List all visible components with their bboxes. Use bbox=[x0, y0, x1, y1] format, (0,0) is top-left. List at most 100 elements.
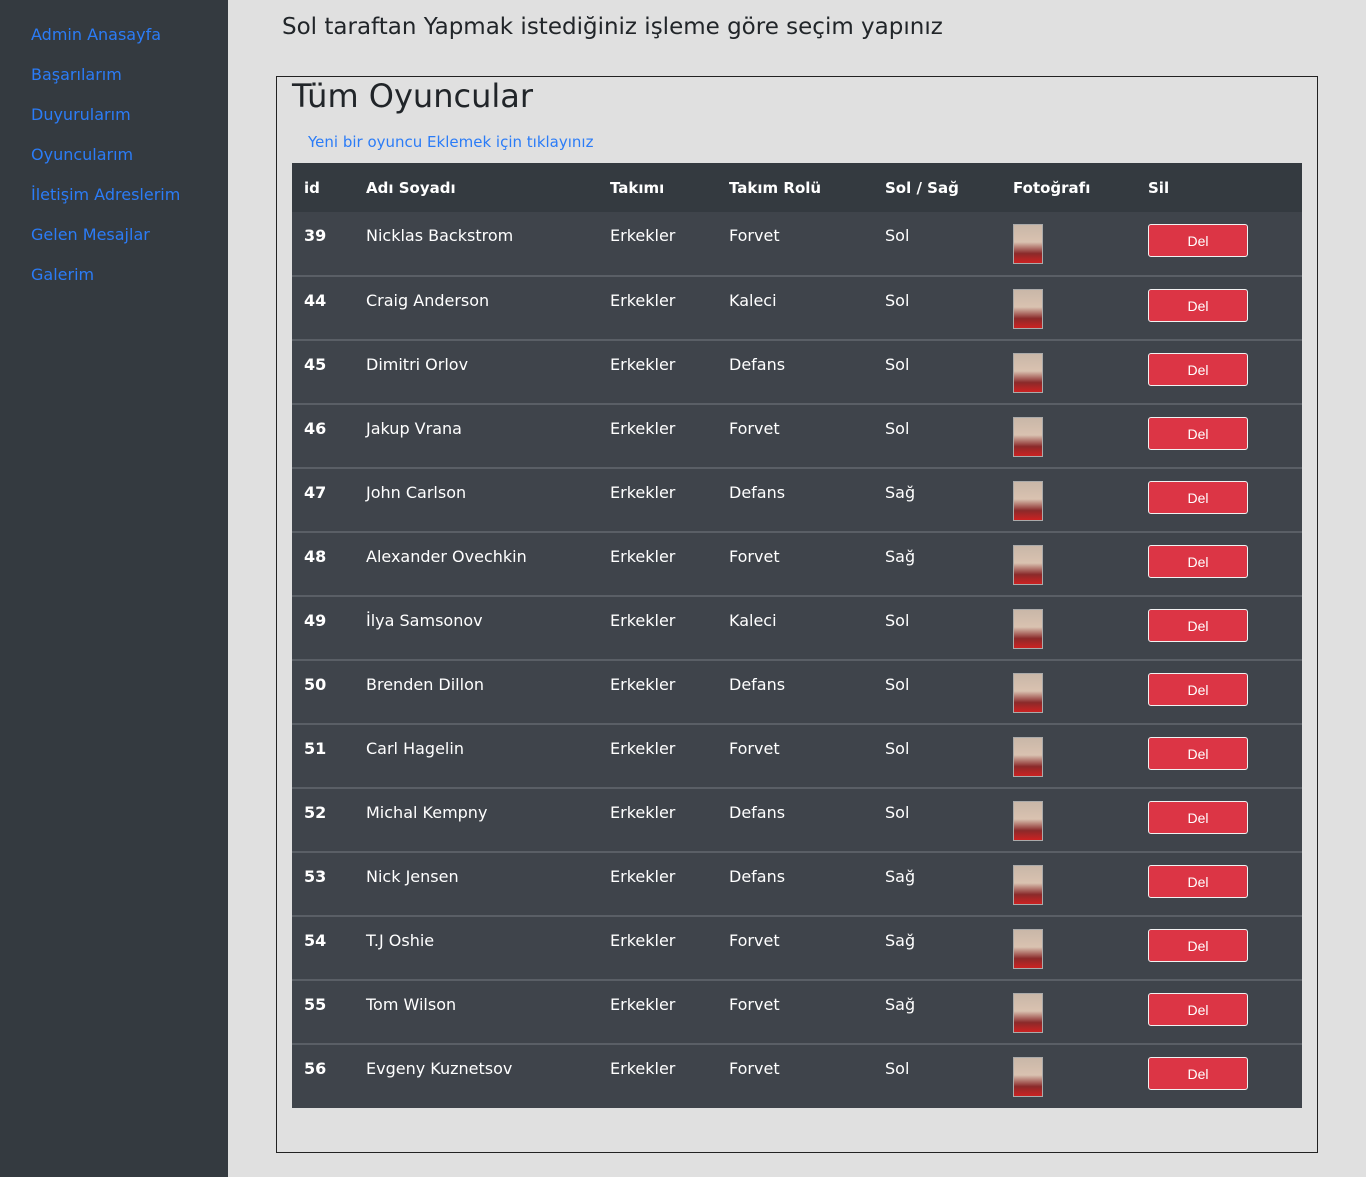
delete-button[interactable]: Del bbox=[1148, 993, 1248, 1026]
delete-button[interactable]: Del bbox=[1148, 1057, 1248, 1090]
cell-role: Defans bbox=[717, 659, 873, 724]
cell-role: Kaleci bbox=[717, 275, 873, 340]
cell-name: John Carlson bbox=[354, 467, 598, 532]
cell-side: Sağ bbox=[873, 531, 1001, 596]
cell-role: Forvet bbox=[717, 403, 873, 468]
sidebar-link-announcements[interactable]: Duyurularım bbox=[31, 105, 131, 124]
cell-name: İlya Samsonov bbox=[354, 595, 598, 660]
add-player-link[interactable]: Yeni bir oyuncu Eklemek için tıklayınız bbox=[308, 133, 593, 151]
sidebar-item-contacts: İletişim Adreslerim bbox=[31, 182, 228, 222]
delete-button[interactable]: Del bbox=[1148, 737, 1248, 770]
cell-team: Erkekler bbox=[598, 339, 717, 404]
cell-role: Defans bbox=[717, 467, 873, 532]
delete-button[interactable]: Del bbox=[1148, 673, 1248, 706]
cell-role: Forvet bbox=[729, 226, 780, 245]
table-row: 49 İlya Samsonov Erkekler Kaleci Sol Del bbox=[292, 595, 1302, 660]
cell-id: 56 bbox=[292, 1043, 354, 1108]
cell-name: Craig Anderson bbox=[354, 275, 598, 340]
cell-delete: Del bbox=[1136, 915, 1302, 980]
player-photo bbox=[1013, 289, 1043, 329]
cell-name: Tom Wilson bbox=[354, 979, 598, 1044]
cell-role: Defans bbox=[717, 851, 873, 916]
table-header-row: id Adı Soyadı Takımı Takım Rolü Sol / Sa… bbox=[292, 163, 1302, 212]
cell-role: Defans bbox=[717, 339, 873, 404]
cell-team: Erkekler bbox=[598, 787, 717, 852]
cell-role: Forvet bbox=[717, 979, 873, 1044]
cell-team: Erkekler bbox=[598, 1043, 717, 1108]
player-photo bbox=[1013, 417, 1043, 457]
cell-side: Sol bbox=[873, 339, 1001, 404]
sidebar-item-achievements: Başarılarım bbox=[31, 62, 228, 102]
sidebar-link-messages[interactable]: Gelen Mesajlar bbox=[31, 225, 150, 244]
delete-button[interactable]: Del bbox=[1148, 353, 1248, 386]
players-table: id Adı Soyadı Takımı Takım Rolü Sol / Sa… bbox=[292, 163, 1302, 1108]
cell-id: 48 bbox=[292, 531, 354, 596]
cell-id: 55 bbox=[292, 979, 354, 1044]
cell-id: 50 bbox=[292, 659, 354, 724]
cell-side: Sağ bbox=[873, 915, 1001, 980]
table-row: 50 Brenden Dillon Erkekler Defans Sol De… bbox=[292, 659, 1302, 724]
cell-photo bbox=[1001, 915, 1136, 980]
delete-button[interactable]: Del bbox=[1148, 224, 1248, 257]
player-photo bbox=[1013, 545, 1043, 585]
column-header-side: Sol / Sağ bbox=[873, 163, 1001, 212]
delete-button[interactable]: Del bbox=[1148, 929, 1248, 962]
cell-team: Erkekler bbox=[598, 851, 717, 916]
delete-button[interactable]: Del bbox=[1148, 801, 1248, 834]
cell-photo bbox=[1001, 212, 1136, 276]
table-row: 55 Tom Wilson Erkekler Forvet Sağ Del bbox=[292, 979, 1302, 1044]
cell-photo bbox=[1001, 467, 1136, 532]
sidebar-link-achievements[interactable]: Başarılarım bbox=[31, 65, 122, 84]
cell-photo bbox=[1001, 723, 1136, 788]
cell-side: Sol bbox=[873, 723, 1001, 788]
cell-name: Alexander Ovechkin bbox=[354, 531, 598, 596]
sidebar-link-admin-home[interactable]: Admin Anasayfa bbox=[31, 25, 161, 44]
cell-name: Brenden Dillon bbox=[354, 659, 598, 724]
cell-delete: Del bbox=[1136, 403, 1302, 468]
sidebar-link-contacts[interactable]: İletişim Adreslerim bbox=[31, 185, 180, 204]
cell-side: Sol bbox=[885, 226, 910, 245]
page-instruction: Sol taraftan Yapmak istediğiniz işleme g… bbox=[282, 14, 943, 40]
table-row: 39 Nicklas Backstrom Erkekler Forvet Sol… bbox=[292, 212, 1302, 276]
cell-photo bbox=[1001, 531, 1136, 596]
cell-name: Carl Hagelin bbox=[354, 723, 598, 788]
cell-side: Sol bbox=[873, 595, 1001, 660]
cell-delete: Del bbox=[1136, 531, 1302, 596]
table-row: 51 Carl Hagelin Erkekler Forvet Sol Del bbox=[292, 723, 1302, 788]
cell-id: 39 bbox=[304, 226, 327, 245]
cell-id: 46 bbox=[292, 403, 354, 468]
cell-id: 52 bbox=[292, 787, 354, 852]
cell-delete: Del bbox=[1136, 1043, 1302, 1108]
table-row: 56 Evgeny Kuznetsov Erkekler Forvet Sol … bbox=[292, 1043, 1302, 1108]
cell-id: 54 bbox=[292, 915, 354, 980]
cell-photo bbox=[1001, 787, 1136, 852]
table-row: 46 Jakup Vrana Erkekler Forvet Sol Del bbox=[292, 403, 1302, 468]
cell-team: Erkekler bbox=[598, 595, 717, 660]
cell-photo bbox=[1001, 851, 1136, 916]
delete-button[interactable]: Del bbox=[1148, 545, 1248, 578]
cell-team: Erkekler bbox=[610, 226, 676, 245]
cell-photo bbox=[1001, 403, 1136, 468]
cell-side: Sol bbox=[873, 787, 1001, 852]
cell-photo bbox=[1001, 595, 1136, 660]
delete-button[interactable]: Del bbox=[1148, 865, 1248, 898]
cell-delete: Del bbox=[1136, 851, 1302, 916]
delete-button[interactable]: Del bbox=[1148, 417, 1248, 450]
column-header-photo: Fotoğrafı bbox=[1001, 163, 1136, 212]
sidebar-link-players[interactable]: Oyuncularım bbox=[31, 145, 133, 164]
delete-button[interactable]: Del bbox=[1148, 481, 1248, 514]
column-header-name: Adı Soyadı bbox=[354, 163, 598, 212]
cell-delete: Del bbox=[1136, 339, 1302, 404]
table-row: 44 Craig Anderson Erkekler Kaleci Sol De… bbox=[292, 275, 1302, 340]
delete-button[interactable]: Del bbox=[1148, 609, 1248, 642]
player-photo bbox=[1013, 481, 1043, 521]
sidebar-item-players: Oyuncularım bbox=[31, 142, 228, 182]
player-photo bbox=[1013, 224, 1043, 264]
cell-role: Kaleci bbox=[717, 595, 873, 660]
cell-name: Nicklas Backstrom bbox=[366, 226, 514, 245]
delete-button[interactable]: Del bbox=[1148, 289, 1248, 322]
sidebar-link-gallery[interactable]: Galerim bbox=[31, 265, 94, 284]
table-row: 53 Nick Jensen Erkekler Defans Sağ Del bbox=[292, 851, 1302, 916]
cell-team: Erkekler bbox=[598, 531, 717, 596]
cell-side: Sol bbox=[873, 275, 1001, 340]
